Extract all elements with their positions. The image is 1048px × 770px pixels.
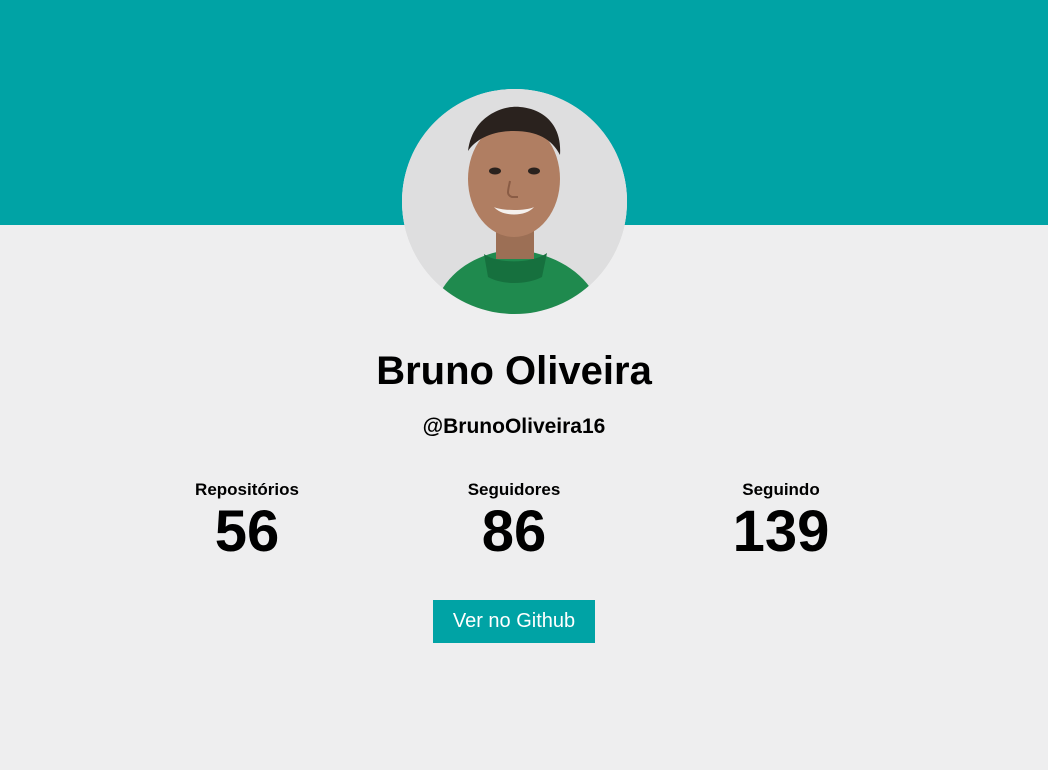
stat-following-value: 139	[732, 499, 830, 564]
profile-name: Bruno Oliveira	[376, 349, 652, 393]
stat-repositories: Repositórios 56	[147, 478, 347, 564]
stat-repositories-value: 56	[214, 499, 280, 564]
profile-username: @BrunoOliveira16	[422, 415, 606, 438]
avatar-photo	[402, 89, 627, 314]
stat-followers-value: 86	[481, 499, 547, 564]
stat-followers: Seguidores 86	[414, 478, 614, 564]
view-on-github-button[interactable]: Ver no Github	[433, 600, 595, 643]
stat-following: Seguindo 139	[681, 478, 881, 564]
avatar	[402, 89, 627, 314]
